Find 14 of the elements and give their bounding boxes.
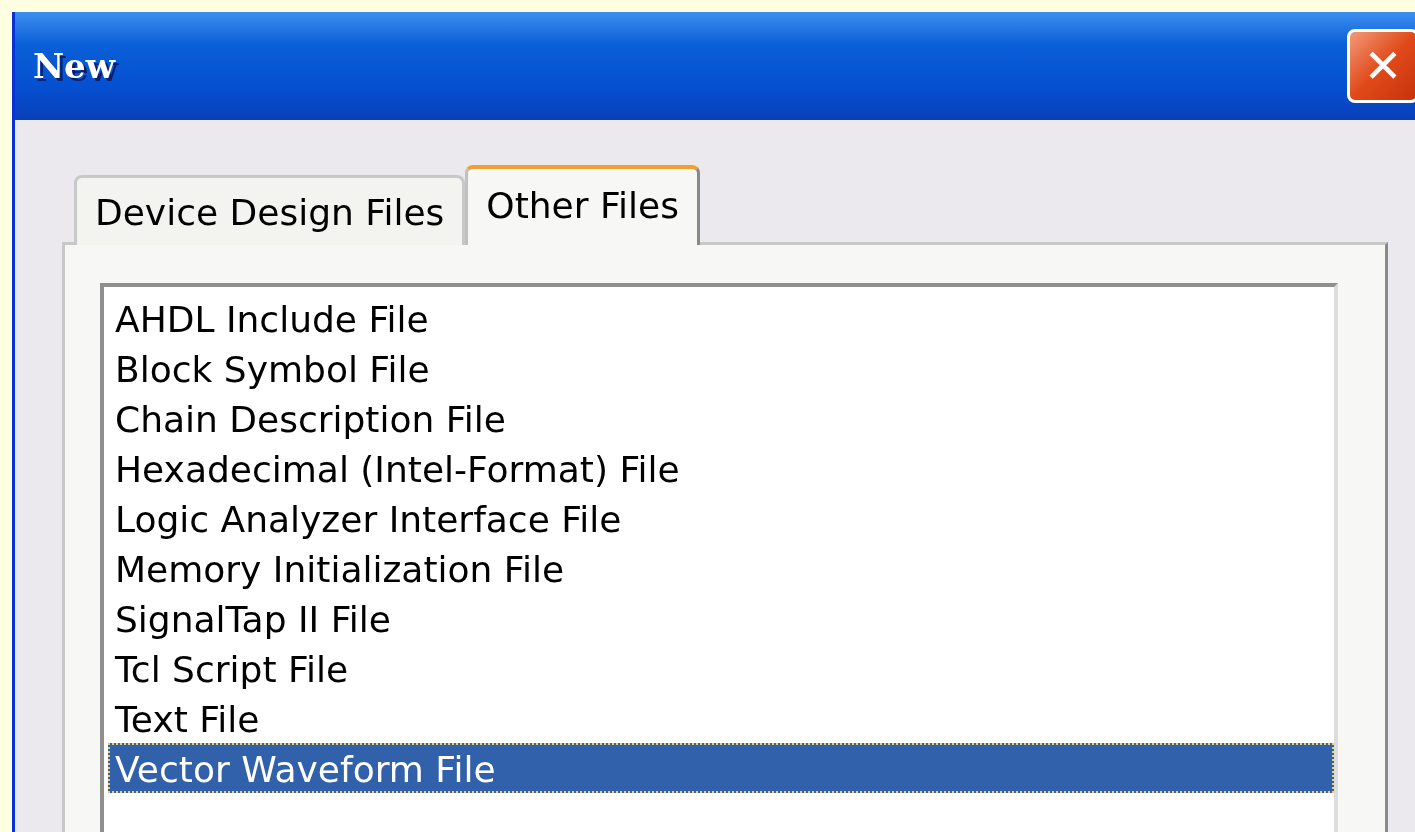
tab[interactable]: Other Files	[465, 165, 700, 245]
list-item[interactable]: Logic Analyzer Interface File	[108, 493, 1334, 543]
list-item[interactable]: Text File	[108, 693, 1334, 743]
list-item[interactable]: Chain Description File	[108, 393, 1334, 443]
list-item[interactable]: Hexadecimal (Intel-Format) File	[108, 443, 1334, 493]
close-button[interactable]: ✕	[1347, 29, 1415, 103]
list-item[interactable]: Vector Waveform File	[108, 743, 1334, 793]
list-item[interactable]: Memory Initialization File	[108, 543, 1334, 593]
window-title: New	[33, 44, 115, 88]
list-item[interactable]: Block Symbol File	[108, 343, 1334, 393]
list-item[interactable]: Tcl Script File	[108, 643, 1334, 693]
list-item[interactable]: AHDL Include File	[108, 293, 1334, 343]
list-item[interactable]: SignalTap II File	[108, 593, 1334, 643]
tab[interactable]: Device Design Files	[74, 175, 466, 245]
